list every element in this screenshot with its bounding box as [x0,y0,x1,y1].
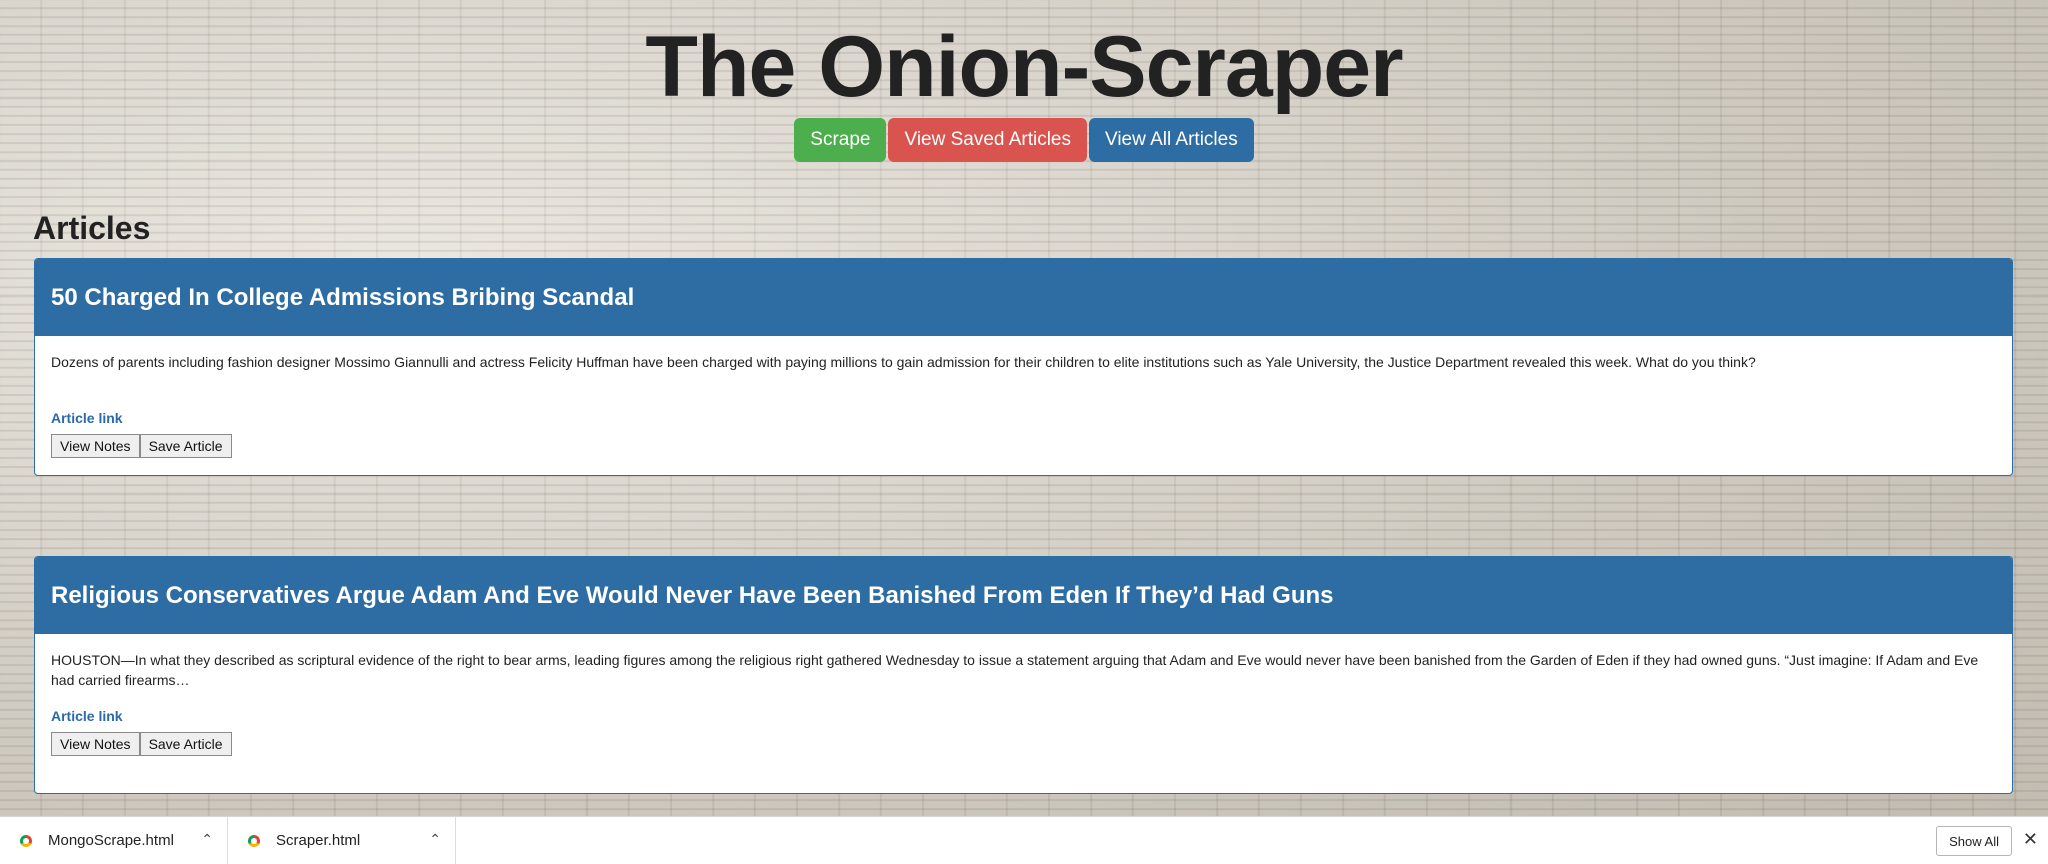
view-notes-button[interactable]: View Notes [51,732,140,756]
article-card: 50 Charged In College Admissions Bribing… [34,258,2013,476]
article-body: Dozens of parents including fashion desi… [35,336,2012,472]
show-all-button[interactable]: Show All [1936,826,2012,856]
chevron-up-icon[interactable]: ⌃ [201,831,213,848]
site-title: The Onion-Scraper [645,19,1403,115]
article-summary: HOUSTON—In what they described as script… [51,652,1979,688]
article-card: Religious Conservatives Argue Adam And E… [34,556,2013,794]
download-filename: MongoScrape.html [48,832,174,849]
download-item[interactable]: MongoScrape.html ⌃ [0,816,228,864]
chrome-file-icon [248,834,260,847]
article-link[interactable]: Article link [51,708,1996,724]
nav-bar: Scrape View Saved Articles View All Arti… [0,118,2048,162]
download-shelf: MongoScrape.html ⌃ Scraper.html ⌃ Show A… [0,816,2048,864]
save-article-button[interactable]: Save Article [139,434,232,458]
article-title: Religious Conservatives Argue Adam And E… [35,557,2012,634]
scrape-button[interactable]: Scrape [794,118,887,162]
article-actions: View Notes Save Article [51,434,1996,458]
view-notes-button[interactable]: View Notes [51,434,140,458]
save-article-button[interactable]: Save Article [139,732,232,756]
download-item[interactable]: Scraper.html ⌃ [228,816,456,864]
article-title: 50 Charged In College Admissions Bribing… [35,259,2012,336]
article-summary: Dozens of parents including fashion desi… [51,354,1756,370]
article-body: HOUSTON—In what they described as script… [35,634,2012,770]
page-content: The Onion-Scraper Scrape View Saved Arti… [0,0,2048,816]
article-actions: View Notes Save Article [51,732,1996,756]
chrome-file-icon [20,834,32,847]
chevron-up-icon[interactable]: ⌃ [429,831,441,848]
view-saved-articles-button[interactable]: View Saved Articles [888,118,1087,162]
download-filename: Scraper.html [276,832,361,849]
close-icon[interactable]: ✕ [2023,829,2038,850]
view-all-articles-button[interactable]: View All Articles [1089,118,1254,162]
articles-heading: Articles [33,210,151,246]
article-link[interactable]: Article link [51,410,1996,426]
